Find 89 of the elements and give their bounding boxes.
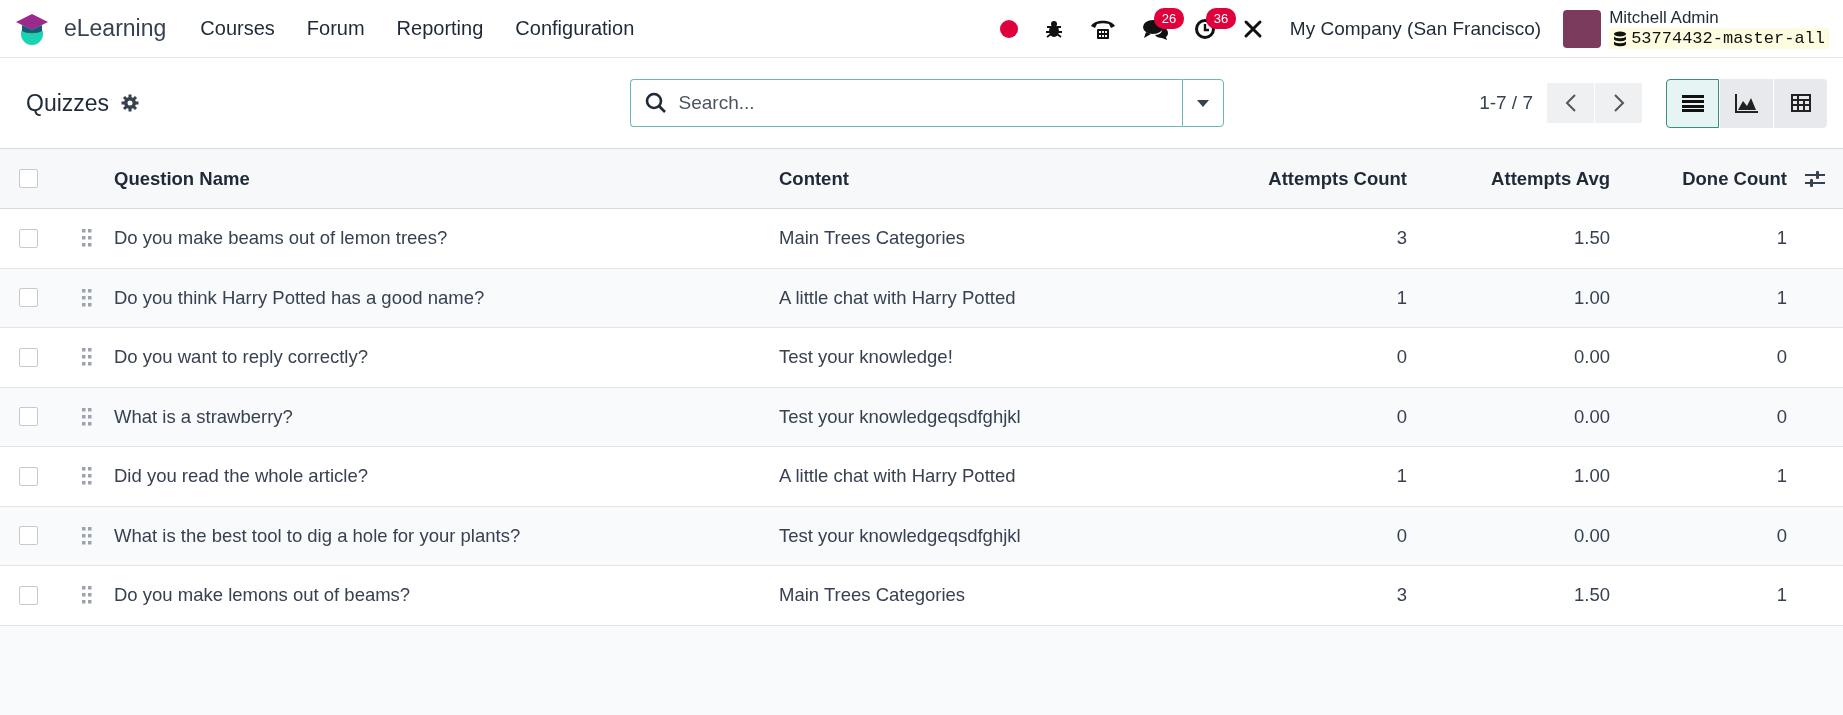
table-cell-text: Test your knowledgeqsdfghjkl bbox=[779, 405, 1022, 428]
caret-down-icon bbox=[1196, 99, 1209, 107]
menu-item[interactable]: Forum bbox=[290, 9, 381, 48]
search-icon bbox=[644, 92, 667, 114]
checkbox[interactable] bbox=[19, 228, 38, 248]
count-badge: 36 bbox=[1205, 7, 1237, 29]
table-cell-text: 1 bbox=[1395, 286, 1407, 309]
chevron-left-icon bbox=[1564, 93, 1577, 113]
table-cell-text: A little chat with Harry Potted bbox=[779, 465, 1017, 488]
database-icon bbox=[1613, 30, 1628, 47]
list-view-button[interactable] bbox=[1666, 78, 1719, 128]
drag-handle-icon[interactable] bbox=[82, 467, 92, 486]
table-cell-text: 0 bbox=[1395, 346, 1407, 369]
search-input[interactable]: Search... bbox=[676, 91, 1168, 115]
drag-handle-icon[interactable] bbox=[82, 348, 92, 367]
search-field[interactable]: Search... bbox=[629, 79, 1182, 127]
table-cell-text: Do you make lemons out of beams? bbox=[114, 584, 412, 607]
column-settings-icon[interactable] bbox=[1805, 169, 1825, 188]
table-cell-text: 1 bbox=[1395, 465, 1407, 488]
checkbox[interactable] bbox=[19, 288, 38, 308]
page-title: Quizzes bbox=[26, 89, 110, 117]
record-dot-icon[interactable] bbox=[999, 19, 1018, 38]
table-cell-text: Test your knowledge! bbox=[779, 346, 954, 369]
column-header[interactable]: Attempts Count bbox=[1177, 167, 1407, 190]
table-cell-text: 1.00 bbox=[1573, 286, 1610, 309]
checkbox[interactable] bbox=[19, 169, 38, 188]
menu-item[interactable]: Reporting bbox=[380, 9, 500, 48]
company-switcher[interactable]: My Company (San Francisco) bbox=[1289, 17, 1542, 40]
table-cell-text: 0 bbox=[1775, 524, 1787, 547]
table-cell-text: What is a strawberry? bbox=[114, 405, 294, 428]
chevron-right-icon bbox=[1612, 93, 1625, 113]
drag-handle-icon[interactable] bbox=[82, 586, 92, 605]
count-badge: 26 bbox=[1153, 7, 1185, 29]
table-cell-text: 0 bbox=[1775, 346, 1787, 369]
table-cell-text: A little chat with Harry Potted bbox=[779, 286, 1017, 309]
checkbox[interactable] bbox=[19, 466, 38, 486]
drag-handle-icon[interactable] bbox=[82, 526, 92, 545]
column-header[interactable]: Done Count bbox=[1610, 167, 1787, 190]
column-header[interactable]: Attempts Avg bbox=[1407, 167, 1610, 190]
table-cell-text: 3 bbox=[1395, 584, 1407, 607]
drag-handle-icon[interactable] bbox=[82, 407, 92, 426]
drag-handle-icon[interactable] bbox=[82, 288, 92, 307]
table-cell-text: Test your knowledgeqsdfghjkl bbox=[779, 524, 1022, 547]
table-cell-text: Do you want to reply correctly? bbox=[114, 346, 369, 369]
gear-icon[interactable] bbox=[121, 94, 140, 112]
menu-item[interactable]: Courses bbox=[184, 9, 291, 48]
table-cell-text: 1.50 bbox=[1573, 584, 1610, 607]
graph-view-button[interactable] bbox=[1720, 78, 1773, 128]
graduation-cap-logo-icon[interactable] bbox=[14, 11, 50, 46]
bug-icon[interactable] bbox=[1043, 18, 1064, 39]
menu-item[interactable]: Configuration bbox=[499, 9, 651, 48]
table-cell-text: 1 bbox=[1775, 465, 1787, 488]
checkbox[interactable] bbox=[19, 407, 38, 427]
drag-handle-icon[interactable] bbox=[82, 229, 92, 248]
checkbox[interactable] bbox=[19, 526, 38, 546]
table-cell-text: 0 bbox=[1395, 524, 1407, 547]
checkbox[interactable] bbox=[19, 347, 38, 367]
table-cell-text: 0 bbox=[1775, 405, 1787, 428]
table-cell-text: 0 bbox=[1395, 405, 1407, 428]
area-chart-icon bbox=[1734, 93, 1759, 113]
pager-value[interactable]: 1-7 / 7 bbox=[1479, 92, 1533, 114]
avatar-placeholder[interactable] bbox=[1563, 9, 1602, 48]
previous-page-button[interactable] bbox=[1547, 83, 1594, 123]
table-cell-text: 3 bbox=[1395, 227, 1407, 250]
table-cell-text: 0.00 bbox=[1573, 524, 1610, 547]
next-page-button[interactable] bbox=[1595, 83, 1642, 123]
table-cell-text: 1 bbox=[1775, 584, 1787, 607]
column-header[interactable]: Content bbox=[779, 167, 1177, 190]
table-cell-text: 1.00 bbox=[1573, 465, 1610, 488]
user-name[interactable]: Mitchell Admin bbox=[1609, 8, 1829, 28]
pivot-view-button[interactable] bbox=[1774, 78, 1827, 128]
checkbox[interactable] bbox=[19, 585, 38, 605]
table-cell-text: Do you make beams out of lemon trees? bbox=[114, 227, 449, 250]
search-options-toggle[interactable] bbox=[1181, 79, 1224, 127]
table-cell-text: 0.00 bbox=[1573, 346, 1610, 369]
column-header[interactable]: Question Name bbox=[114, 167, 779, 190]
list-view-icon bbox=[1681, 94, 1704, 112]
table-cell-text: Did you read the whole article? bbox=[114, 465, 369, 488]
table-cell-text: 1 bbox=[1775, 227, 1787, 250]
database-name: 53774432-master-all bbox=[1631, 29, 1825, 48]
table-cell-text: 1.50 bbox=[1573, 227, 1610, 250]
table-cell-text: 1 bbox=[1775, 286, 1787, 309]
app-name[interactable]: eLearning bbox=[64, 15, 167, 42]
table-grid-icon bbox=[1789, 93, 1812, 113]
table-cell-text: Main Trees Categories bbox=[779, 227, 967, 250]
table-cell-text: Do you think Harry Potted has a good name? bbox=[114, 286, 486, 309]
table-cell-text: What is the best tool to dig a hole for your plants? bbox=[114, 524, 522, 547]
table-cell-text: Main Trees Categories bbox=[779, 584, 967, 607]
table-cell-text: 0.00 bbox=[1573, 405, 1610, 428]
